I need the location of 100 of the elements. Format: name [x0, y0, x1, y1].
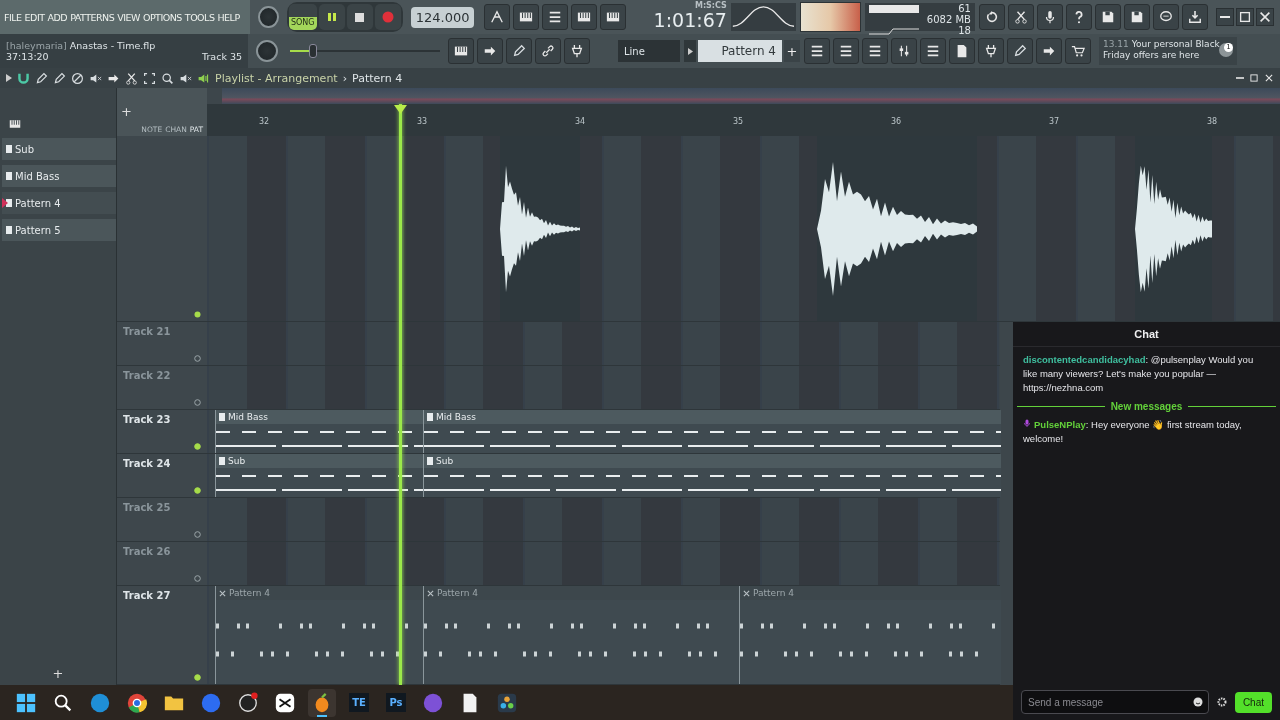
menu-item[interactable]: TOOLS [184, 11, 215, 23]
pattern-clip[interactable]: Sub [215, 454, 424, 497]
add-button[interactable]: + [52, 666, 64, 681]
track-dot-icon[interactable] [194, 399, 201, 406]
song-mode-button[interactable]: SONG [288, 4, 317, 30]
close-button[interactable] [1256, 8, 1274, 26]
piano-roll-button[interactable] [833, 38, 859, 64]
scissors-button[interactable] [1008, 4, 1034, 30]
close-icon[interactable] [1264, 73, 1274, 83]
undo-button[interactable] [979, 4, 1005, 30]
channel-rack-button[interactable] [862, 38, 888, 64]
browser-button[interactable] [920, 38, 946, 64]
keyboard-button[interactable] [448, 38, 474, 64]
taskbar-app[interactable]: Ps [382, 688, 410, 717]
audio-clip[interactable] [817, 136, 977, 321]
select-icon[interactable] [143, 71, 156, 85]
keyboard-plus-button[interactable] [571, 4, 598, 30]
plugin-button[interactable] [978, 38, 1004, 64]
minimize-button[interactable] [1216, 8, 1234, 26]
track-dot-icon[interactable] [194, 443, 201, 450]
pause-button[interactable] [318, 4, 345, 30]
pencil-icon[interactable] [35, 71, 48, 85]
track-dot-icon[interactable] [194, 311, 201, 318]
chat-title: Chat [1013, 322, 1280, 347]
save-button[interactable] [1095, 4, 1121, 30]
zoom-icon[interactable] [161, 71, 174, 85]
maximize-button[interactable] [1236, 8, 1254, 26]
keyboard-icon[interactable] [8, 118, 22, 130]
emoji-icon[interactable] [1192, 697, 1203, 707]
pattern-item[interactable]: Pattern 5 [2, 219, 116, 241]
track-dot-icon[interactable] [194, 531, 201, 538]
track-lane[interactable]: Mid Bass Mid Bass [207, 410, 1000, 453]
track-lane[interactable]: Sub Sub [207, 454, 1000, 497]
link-button[interactable] [535, 38, 561, 64]
plug-button[interactable] [564, 38, 590, 64]
pattern-clip[interactable]: Mid Bass [215, 410, 424, 453]
keyboard-loop-button[interactable] [600, 4, 627, 30]
settings-icon[interactable] [1216, 697, 1227, 707]
chat-button[interactable] [1153, 4, 1179, 30]
audio-clip[interactable] [500, 136, 580, 321]
pattern-item[interactable]: Mid Bass [2, 165, 116, 187]
add-pattern-button[interactable]: + [784, 40, 800, 62]
tempo-display[interactable]: 124.000 [410, 6, 475, 28]
pattern-item[interactable]: Pattern 4 [2, 192, 116, 214]
chat-button[interactable]: Chat [1234, 691, 1272, 713]
stop-button[interactable] [346, 4, 373, 30]
menu-item[interactable]: PATTERNS [70, 11, 115, 23]
pattern-selector[interactable]: Pattern 4 [698, 40, 782, 62]
hand-button[interactable] [1036, 38, 1062, 64]
pattern-clip[interactable]: Pattern 4 [215, 586, 424, 684]
track-dot-icon[interactable] [194, 355, 201, 362]
menu-item[interactable]: VIEW [117, 11, 140, 23]
audio-clip[interactable] [1135, 136, 1212, 321]
taskbar-app[interactable] [308, 688, 336, 717]
download-button[interactable] [1182, 4, 1208, 30]
lamp-button[interactable] [1007, 38, 1033, 64]
pattern-clip[interactable]: Mid Bass [423, 410, 1001, 453]
pitch-knob[interactable] [256, 40, 278, 62]
volume-knob[interactable] [258, 6, 279, 28]
cart-button[interactable] [1065, 38, 1091, 64]
menu-item[interactable]: EDIT [24, 11, 45, 23]
menu-item[interactable]: ADD [47, 11, 68, 23]
pattern-clip[interactable]: Pattern 4 [423, 586, 740, 684]
track-label[interactable]: Track 23 [123, 414, 171, 425]
document-button[interactable] [949, 38, 975, 64]
keyboard-clock-button[interactable] [513, 4, 540, 30]
timeline-ruler[interactable]: 32 33 34 35 36 37 38 [207, 104, 1280, 136]
snap-dropdown[interactable]: Line [618, 40, 680, 62]
slider-thumb[interactable] [308, 44, 317, 58]
track-label[interactable]: Track 24 [123, 458, 171, 469]
track-dot-icon[interactable] [194, 487, 201, 494]
menu-item[interactable]: OPTIONS [142, 11, 182, 23]
volume-slider[interactable] [290, 44, 440, 58]
speaker-icon[interactable] [197, 71, 210, 85]
playlist-button[interactable] [804, 38, 830, 64]
breadcrumb-pattern[interactable]: Pattern 4 [352, 71, 403, 85]
pattern-clip[interactable]: Pattern 4 [739, 586, 1001, 684]
help-button[interactable] [1066, 4, 1092, 30]
arrow-button[interactable] [477, 38, 503, 64]
menu-item[interactable]: FILE [4, 11, 22, 23]
maximize-icon[interactable] [1249, 73, 1259, 83]
pattern-item[interactable]: Sub [2, 138, 116, 160]
track-label[interactable]: Track 27 [123, 590, 171, 601]
menu-item[interactable]: HELP [217, 11, 240, 23]
peak-button[interactable] [484, 4, 511, 30]
track-dot-icon[interactable] [194, 674, 201, 681]
track-lane[interactable]: Pattern 4 Pattern 4 Pattern 4 [207, 586, 1000, 684]
cross-icon [427, 589, 434, 597]
track-dot-icon[interactable] [194, 575, 201, 582]
message-input[interactable]: Send a message [1021, 690, 1209, 714]
taskbar-app[interactable]: TE [345, 688, 373, 717]
mixer-button[interactable] [891, 38, 917, 64]
magnet-icon[interactable] [17, 71, 30, 85]
add-track-button[interactable]: + [121, 103, 132, 119]
delete-icon[interactable] [71, 71, 84, 85]
microphone-button[interactable] [1037, 4, 1063, 30]
pencil-button[interactable] [506, 38, 532, 64]
pattern-clip[interactable]: Sub [423, 454, 1001, 497]
countdown-button[interactable] [542, 4, 569, 30]
save-audio-button[interactable] [1124, 4, 1150, 30]
